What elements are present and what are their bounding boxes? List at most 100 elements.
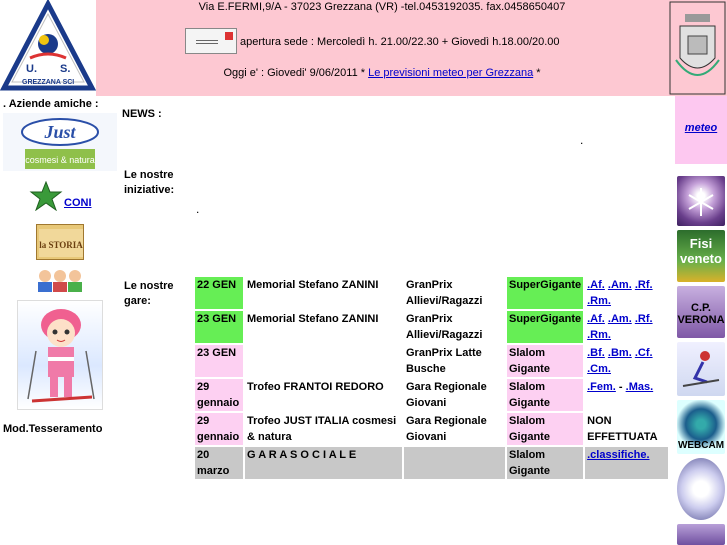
race-date: 20 marzo — [195, 447, 243, 479]
webcam-text: WEBCAM — [677, 440, 725, 451]
race-results: .Af. .Am. .Rf. .Rm. — [585, 311, 669, 343]
scroll-icon: la STORIA — [39, 229, 83, 257]
just-logo-tagline: cosmesi & natura — [25, 155, 95, 165]
skier-figure-icon — [682, 351, 720, 387]
right-sidebar: meteo Fisi veneto C.P. VERONA WEBCAM — [675, 96, 727, 545]
fisi-veneto-text: Fisi veneto — [680, 236, 722, 266]
race-discipline: Slalom Gigante — [507, 345, 584, 377]
race-discipline: SuperGigante — [507, 277, 584, 309]
crest-banner[interactable] — [677, 458, 725, 520]
header-info: Via E.FERMI,9/A - 37023 Grezzana (VR) -t… — [96, 0, 668, 96]
race-name: Trofeo FRANTOI REDORO — [245, 379, 402, 411]
race-category: GranPrix Latte Busche — [404, 345, 505, 377]
news-content: . — [580, 133, 584, 147]
race-row: 20 marzo G A R A S O C I A L E Slalom Giga… — [195, 447, 669, 479]
races-label: Le nostre gare: — [124, 280, 174, 307]
just-logo-icon: Just cosmesi & natura — [3, 113, 117, 171]
fisi-banner-bottom[interactable] — [677, 524, 725, 545]
race-date: 23 GEN — [195, 345, 243, 377]
svg-text:S.: S. — [60, 63, 70, 75]
race-name: Memorial Stefano ZANINI — [245, 277, 402, 309]
race-discipline: Slalom Gigante — [507, 379, 584, 411]
race-results: .Fem. - .Mas. — [585, 379, 669, 411]
meteo-box: meteo — [675, 96, 727, 164]
membership-form-label[interactable]: Mod.Tesseramento — [3, 423, 102, 435]
fisi-banner[interactable] — [677, 176, 725, 226]
initiatives-label: Le nostre iniziative: — [124, 169, 175, 196]
race-discipline: Slalom Gigante — [507, 447, 584, 479]
crest-icon — [669, 1, 726, 95]
race-results: .classifiche. — [585, 447, 669, 479]
result-link[interactable]: .Rm. — [587, 295, 611, 307]
race-category: Gara Regionale Giovani — [404, 379, 505, 411]
result-link[interactable]: .Am. — [608, 313, 632, 325]
municipality-crest — [668, 0, 727, 96]
partners-title: . Aziende amiche : — [3, 98, 99, 110]
race-discipline: Slalom Gigante — [507, 413, 584, 445]
result-link[interactable]: .Rm. — [587, 329, 611, 341]
race-date: 29 gennaio — [195, 413, 243, 445]
weather-forecast-link[interactable]: Le previsioni meteo per Grezzana — [368, 67, 533, 79]
result-link[interactable]: .Fem. — [587, 381, 616, 393]
opening-hours-row: apertura sede : Mercoledì h. 21.00/22.30… — [96, 28, 668, 56]
italia-sci-banner[interactable] — [677, 342, 725, 396]
webcam-banner[interactable]: WEBCAM — [677, 400, 725, 454]
today-date: Oggi e' : Giovedi' 9/06/2011 * — [223, 67, 369, 79]
race-results: NON EFFETTUATA — [585, 413, 669, 445]
race-name: Memorial Stefano ZANINI — [245, 311, 402, 343]
race-category — [404, 447, 505, 479]
race-category: GranPrix Allievi/Ragazzi — [404, 311, 505, 343]
people-icon — [38, 270, 82, 292]
result-link[interactable]: .Af. — [587, 279, 605, 291]
result-link[interactable]: .Rf. — [635, 313, 653, 325]
race-category: Gara Regionale Giovani — [404, 413, 505, 445]
result-link[interactable]: .Mas. — [626, 381, 654, 393]
just-partner-logo[interactable]: Just cosmesi & natura — [3, 113, 117, 171]
result-link[interactable]: .Bf. — [587, 347, 605, 359]
coni-link-block[interactable]: CONI — [28, 180, 98, 212]
race-name: Trofeo JUST ITALIA cosmesi & natura — [245, 413, 402, 445]
cp-verona-banner[interactable]: C.P. VERONA — [677, 286, 725, 338]
result-link[interactable]: .Cf. — [635, 347, 653, 359]
cp-verona-text: C.P. VERONA — [677, 302, 725, 326]
today-line: Oggi e' : Giovedi' 9/06/2011 * Le previs… — [96, 67, 668, 79]
svg-text:GREZZANA SCI: GREZZANA SCI — [22, 79, 74, 86]
result-link[interactable]: .Am. — [608, 279, 632, 291]
club-logo-icon: U. S. GREZZANA SCI — [0, 0, 97, 96]
envelope-icon[interactable] — [185, 28, 237, 54]
fisi-veneto-banner[interactable]: Fisi veneto — [677, 230, 725, 282]
result-link[interactable]: .Rf. — [635, 279, 653, 291]
race-row: 29 gennaio Trofeo FRANTOI REDORO Gara Regi… — [195, 379, 669, 411]
result-link[interactable]: .Bm. — [608, 347, 632, 359]
opening-hours: apertura sede : Mercoledì h. 21.00/22.30… — [240, 36, 560, 48]
race-row: 23 GEN Memorial Stefano ZANINI GranPrix Al… — [195, 311, 669, 343]
race-date: 29 gennaio — [195, 379, 243, 411]
race-row: 29 gennaio Trofeo JUST ITALIA cosmesi & n… — [195, 413, 669, 445]
today-suffix: * — [533, 67, 541, 79]
people-photo[interactable] — [33, 268, 87, 292]
coni-link[interactable]: CONI — [64, 197, 92, 209]
initiatives-content: . — [196, 202, 200, 216]
result-link[interactable]: .Af. — [587, 313, 605, 325]
result-link[interactable]: .classifiche. — [587, 449, 649, 461]
race-date: 22 GEN — [195, 277, 243, 309]
svg-text:U.: U. — [26, 63, 37, 75]
skier-girl-icon — [27, 309, 95, 403]
meteo-link[interactable]: meteo — [675, 122, 727, 134]
coni-star-icon — [29, 180, 63, 212]
race-name: G A R A S O C I A L E — [245, 447, 402, 479]
race-row: 22 GEN Memorial Stefano ZANINI GranPrix Al… — [195, 277, 669, 309]
history-button[interactable]: la STORIA — [36, 224, 84, 260]
club-logo[interactable]: U. S. GREZZANA SCI — [0, 0, 97, 96]
fisi-snowflake-icon — [688, 188, 714, 216]
history-label: la STORIA — [39, 240, 83, 250]
news-label: NEWS : — [122, 108, 162, 120]
race-discipline: SuperGigante — [507, 311, 584, 343]
race-row: 23 GEN GranPrix Latte Busche Slalom Gigant… — [195, 345, 669, 377]
result-link[interactable]: .Cm. — [587, 363, 611, 375]
race-name — [245, 345, 402, 377]
club-address: Via E.FERMI,9/A - 37023 Grezzana (VR) -t… — [198, 1, 566, 13]
races-table: 22 GEN Memorial Stefano ZANINI GranPrix Al… — [193, 275, 670, 481]
race-date: 23 GEN — [195, 311, 243, 343]
skier-illustration[interactable] — [17, 300, 103, 410]
